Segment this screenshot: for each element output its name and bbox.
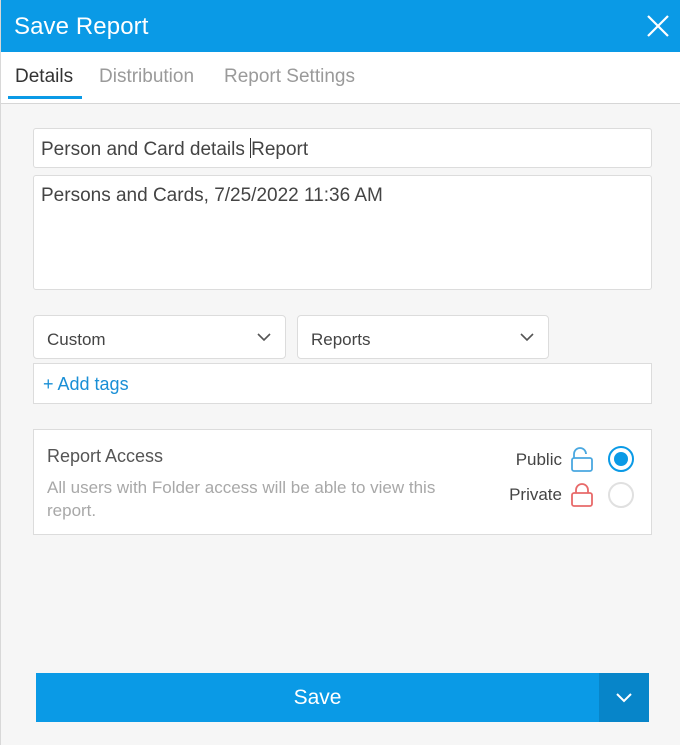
folder-select[interactable]: Reports [297,315,549,359]
save-button[interactable]: Save [36,673,599,722]
tab-bar: Details Distribution Report Settings [1,52,680,104]
report-name-input[interactable]: Person and Card details Report [33,128,652,168]
public-option-label: Public [515,450,562,469]
public-radio[interactable] [608,446,634,472]
report-access-description: All users with Folder access will be abl… [47,478,436,520]
report-access-heading: Report Access [47,446,164,466]
dialog-header: Save Report [1,0,680,52]
folder-select-value: Reports [311,330,371,349]
chevron-down-icon [520,333,534,342]
report-name-value: Person and Card details Report [41,138,309,160]
close-icon[interactable] [644,12,672,40]
save-report-dialog: Save Report Details Distribution Report … [0,0,680,745]
tab-details[interactable]: Details [15,66,73,88]
report-access-panel: Report Access All users with Folder acce… [33,429,652,535]
active-tab-indicator [8,96,82,99]
radio-selected-dot [614,452,628,466]
private-option-label: Private [509,485,562,504]
locked-padlock-icon [571,483,593,507]
private-radio[interactable] [608,482,634,508]
category-select[interactable]: Custom [33,315,286,359]
tab-distribution[interactable]: Distribution [99,66,194,88]
tags-field: + Add tags [33,363,652,404]
add-tags-link[interactable]: + Add tags [43,374,129,395]
chevron-down-icon [257,333,271,342]
save-options-dropdown[interactable] [599,673,649,722]
report-description-value: Persons and Cards, 7/25/2022 11:36 AM [41,185,383,206]
report-description-input[interactable]: Persons and Cards, 7/25/2022 11:36 AM [33,175,652,290]
unlocked-padlock-icon [571,447,593,472]
dialog-title: Save Report [14,13,149,40]
tab-report-settings[interactable]: Report Settings [224,66,355,88]
chevron-down-icon [616,693,632,703]
category-select-value: Custom [47,330,106,349]
